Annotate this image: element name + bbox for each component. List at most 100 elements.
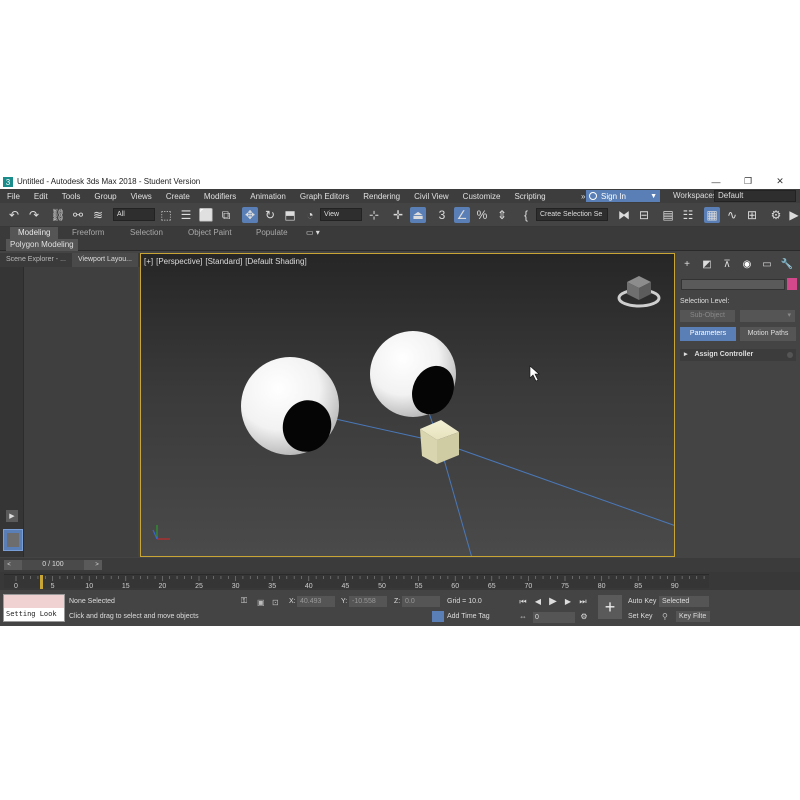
auto-key-button[interactable]: Auto Key: [628, 598, 656, 605]
perspective-viewport[interactable]: [+] [Perspective] [Standard] [Default Sh…: [140, 253, 675, 557]
sphere-right[interactable]: [370, 331, 462, 421]
menu-modifiers[interactable]: Modifiers: [197, 192, 243, 201]
render-setup-icon[interactable]: ⚙: [768, 207, 784, 223]
menu-rendering[interactable]: Rendering: [356, 192, 407, 201]
maxscript-listener[interactable]: Setting Look: [3, 594, 65, 622]
ribbon-toggle-icon[interactable]: ▦: [704, 207, 720, 223]
viewcube-icon[interactable]: [617, 276, 661, 308]
viewport-shading[interactable]: [Default Shading]: [245, 257, 306, 266]
current-frame-field[interactable]: 0: [533, 612, 575, 623]
viewport-menu-plus[interactable]: [+]: [144, 257, 153, 266]
selection-lock-icon[interactable]: ⚿: [241, 596, 251, 606]
select-and-rotate-icon[interactable]: ↻: [262, 207, 278, 223]
hierarchy-tab-icon[interactable]: ⊼: [717, 256, 737, 272]
isolate-icon[interactable]: ⊡: [272, 598, 282, 608]
polygon-modeling-panel[interactable]: Polygon Modeling: [6, 239, 78, 251]
tab-scene-explorer[interactable]: Scene Explorer - ...: [0, 253, 72, 267]
tab-modeling[interactable]: Modeling: [10, 227, 59, 239]
spinner-snap-icon[interactable]: ⇕: [494, 207, 510, 223]
menu-scripting[interactable]: Scripting: [507, 192, 552, 201]
go-to-end-icon[interactable]: ⏭: [577, 596, 589, 607]
snaps-toggle-icon[interactable]: 3: [434, 207, 450, 223]
time-slider[interactable]: < 0 / 100 >: [4, 560, 102, 570]
minimize-button[interactable]: —: [700, 174, 732, 189]
scene-canvas[interactable]: [141, 254, 675, 557]
key-filters-button[interactable]: Key Filte: [676, 611, 710, 622]
menu-create[interactable]: Create: [159, 192, 197, 201]
edit-named-selection-icon[interactable]: {: [518, 207, 534, 223]
align-icon[interactable]: ⊟: [636, 207, 652, 223]
sphere-left[interactable]: [241, 357, 339, 459]
time-slider-handle[interactable]: 0 / 100: [22, 560, 84, 570]
close-button[interactable]: ✕: [764, 174, 796, 189]
bind-space-warp-icon[interactable]: ≋: [90, 207, 106, 223]
menu-group[interactable]: Group: [87, 192, 123, 201]
select-by-name-icon[interactable]: ☰: [178, 207, 194, 223]
pivot-center-icon[interactable]: ⊹: [366, 207, 382, 223]
object-color-swatch[interactable]: [787, 278, 797, 290]
menu-graph-editors[interactable]: Graph Editors: [293, 192, 356, 201]
select-and-place-icon[interactable]: ◔: [302, 207, 318, 223]
menu-tools[interactable]: Tools: [55, 192, 88, 201]
tab-object-paint[interactable]: Object Paint: [180, 227, 240, 239]
viewport-standard[interactable]: [Standard]: [205, 257, 242, 266]
assign-controller-rollout[interactable]: ▸ Assign Controller: [680, 349, 796, 361]
box-object[interactable]: [420, 420, 459, 464]
next-key-icon[interactable]: ▶: [562, 596, 574, 607]
select-and-move-icon[interactable]: ✥: [242, 207, 258, 223]
modify-tab-icon[interactable]: ◩: [697, 256, 717, 272]
workspace-dropdown[interactable]: Default: [714, 190, 796, 202]
select-manipulate-icon[interactable]: ✛: [390, 207, 406, 223]
menu-animation[interactable]: Animation: [243, 192, 293, 201]
schematic-view-icon[interactable]: ⊞: [744, 207, 760, 223]
track-bar-timeline[interactable]: 0 5 10 15 20 25 30 35 40 45 50 55 60 65 70 75 80 85 90: [4, 574, 709, 589]
set-keys-icon[interactable]: +: [598, 595, 622, 619]
ribbon-options-icon[interactable]: ▭ ▾: [298, 227, 328, 239]
undo-icon[interactable]: ↶: [6, 207, 22, 223]
create-tab-icon[interactable]: +: [677, 256, 697, 272]
select-object-icon[interactable]: ⬚: [158, 207, 174, 223]
percent-snap-icon[interactable]: %: [474, 207, 490, 223]
z-coordinate-field[interactable]: 0.0: [402, 596, 440, 607]
menu-customize[interactable]: Customize: [456, 192, 508, 201]
tab-viewport-layouts[interactable]: Viewport Layou...: [72, 253, 138, 267]
scene-explorer-icon[interactable]: ▤: [660, 207, 676, 223]
viewport-point-of-view[interactable]: [Perspective]: [156, 257, 202, 266]
motion-tab-icon[interactable]: ◉: [737, 256, 757, 272]
menu-views[interactable]: Views: [124, 192, 159, 201]
menu-file[interactable]: File: [0, 192, 27, 201]
time-tag-icon[interactable]: [432, 611, 444, 622]
key-mode-toggle-icon[interactable]: ⇔: [517, 611, 529, 622]
tab-populate[interactable]: Populate: [248, 227, 296, 239]
selected-dropdown[interactable]: Selected: [659, 596, 709, 607]
add-time-tag[interactable]: Add Time Tag: [447, 613, 490, 620]
redo-icon[interactable]: ↷: [26, 207, 42, 223]
absolute-mode-icon[interactable]: ▣: [257, 598, 267, 608]
time-configuration-icon[interactable]: ⚙: [578, 611, 590, 622]
previous-frame-button[interactable]: <: [4, 560, 14, 570]
link-icon[interactable]: ⛓: [50, 207, 66, 223]
restore-button[interactable]: ❐: [732, 174, 764, 189]
menu-civil-view[interactable]: Civil View: [407, 192, 456, 201]
play-icon[interactable]: ▶: [547, 596, 559, 607]
viewport-layout-thumbnail[interactable]: [3, 529, 23, 551]
parameters-button[interactable]: Parameters: [680, 327, 736, 341]
select-and-scale-icon[interactable]: ⬒: [282, 207, 298, 223]
sub-object-dropdown[interactable]: ▾: [740, 310, 795, 322]
tab-selection[interactable]: Selection: [122, 227, 171, 239]
go-to-start-icon[interactable]: ⏮: [517, 596, 529, 607]
unlink-icon[interactable]: ⚯: [70, 207, 86, 223]
object-name-field[interactable]: [681, 279, 785, 290]
reference-coordinate-dropdown[interactable]: View: [320, 208, 362, 221]
keyboard-shortcut-override-icon[interactable]: ⏏: [410, 207, 426, 223]
x-coordinate-field[interactable]: 40.493: [297, 596, 335, 607]
next-frame-button[interactable]: >: [92, 560, 102, 570]
sub-object-button[interactable]: Sub-Object: [680, 310, 735, 322]
key-filters-icon[interactable]: ⚲: [662, 612, 672, 622]
mirror-icon[interactable]: ⧓: [616, 207, 632, 223]
window-crossing-icon[interactable]: ⧉: [218, 207, 234, 223]
rectangle-selection-icon[interactable]: ⬜: [198, 207, 214, 223]
selection-filter-dropdown[interactable]: All: [113, 208, 155, 221]
curve-editor-icon[interactable]: ∿: [724, 207, 740, 223]
angle-snap-icon[interactable]: ∠: [454, 207, 470, 223]
